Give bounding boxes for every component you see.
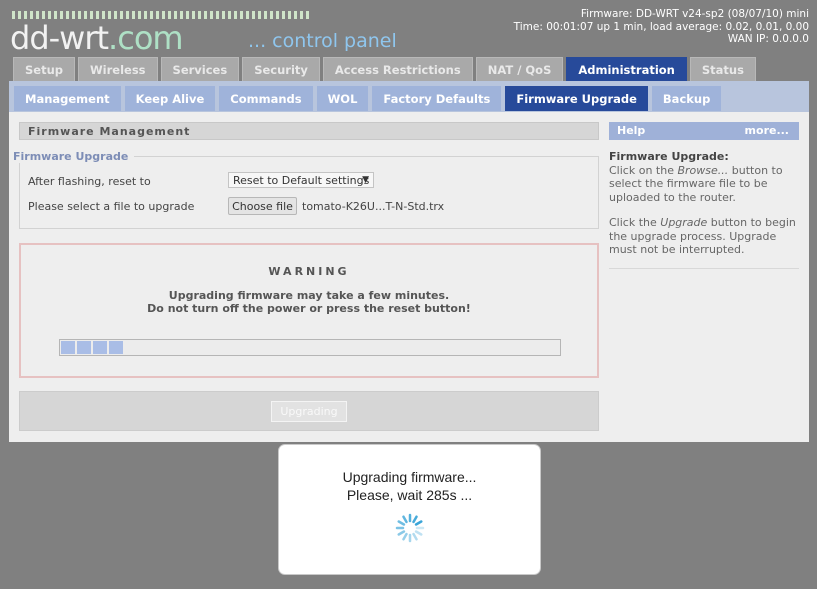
- modal-line-2: Please, wait 285s ...: [346, 487, 473, 503]
- help-more-link[interactable]: more...: [745, 122, 789, 140]
- logo-bars: [12, 11, 309, 19]
- upgrade-button[interactable]: Upgrading: [271, 401, 347, 422]
- subtab-factory-defaults[interactable]: Factory Defaults: [372, 86, 502, 111]
- chevron-down-icon: ▼: [362, 175, 369, 185]
- fieldset-legend: Firmware Upgrade: [13, 150, 135, 163]
- progress-segment: [93, 341, 107, 354]
- help-paragraph-2: Click the Upgrade button to begin the up…: [609, 216, 796, 256]
- tab-access-restrictions[interactable]: Access Restrictions: [322, 57, 473, 81]
- progress-fill: [61, 341, 123, 354]
- header: dd-wrt.com ... control panel Firmware: D…: [0, 0, 817, 57]
- selected-file-name: tomato-K26U...T-N-Std.trx: [302, 200, 445, 213]
- tagline: ... control panel: [248, 30, 397, 52]
- subtab-backup[interactable]: Backup: [651, 86, 722, 111]
- main-tabs: Setup Wireless Services Security Access Rest…: [13, 57, 756, 81]
- subtab-wol[interactable]: WOL: [316, 86, 369, 111]
- logo: dd-wrt.com: [10, 19, 184, 57]
- button-area: Upgrading: [19, 391, 599, 431]
- firmware-info: Firmware: DD-WRT v24-sp2 (08/07/10) mini…: [514, 8, 809, 46]
- warning-line-2: Do not turn off the power or press the r…: [147, 302, 471, 315]
- tab-services[interactable]: Services: [160, 57, 240, 81]
- help-body: Firmware Upgrade: Click on the Browse...…: [609, 150, 801, 269]
- loading-spinner-icon: [395, 513, 425, 543]
- reset-select[interactable]: Reset to Default settings ▼: [228, 172, 374, 188]
- file-label: Please select a file to upgrade: [28, 200, 195, 213]
- help-title: Help: [617, 124, 646, 137]
- upgrade-modal: Upgrading firmware... Please, wait 285s …: [278, 444, 541, 575]
- warning-box: WARNING Upgrading firmware may take a fe…: [19, 243, 599, 378]
- sub-tabs: Management Keep Alive Commands WOL Factory D…: [14, 86, 722, 111]
- subtab-management[interactable]: Management: [14, 86, 121, 111]
- firmware-upgrade-fieldset: [19, 156, 599, 229]
- subtab-commands[interactable]: Commands: [219, 86, 313, 111]
- modal-line-1: Upgrading firmware...: [342, 469, 477, 485]
- tab-status[interactable]: Status: [689, 57, 756, 81]
- tab-setup[interactable]: Setup: [13, 57, 75, 81]
- progress-segment: [77, 341, 91, 354]
- subtab-keep-alive[interactable]: Keep Alive: [124, 86, 216, 111]
- uptime: Time: 00:01:07 up 1 min, load average: 0…: [513, 20, 809, 33]
- firmware-version: Firmware: DD-WRT v24-sp2 (08/07/10) mini: [580, 8, 809, 20]
- help-heading: Firmware Upgrade:: [609, 150, 729, 163]
- tab-security[interactable]: Security: [242, 57, 320, 81]
- help-paragraph-1: Click on the Browse... button to select …: [609, 163, 783, 204]
- wan-ip: WAN IP: 0.0.0.0: [727, 33, 809, 45]
- warning-title: WARNING: [268, 265, 350, 278]
- choose-file-button[interactable]: Choose file: [228, 197, 297, 215]
- upgrade-progress-bar: [59, 339, 561, 356]
- tab-administration[interactable]: Administration: [566, 57, 687, 81]
- tab-nat-qos[interactable]: NAT / QoS: [475, 57, 564, 81]
- reset-label: After flashing, reset to: [28, 175, 151, 188]
- tab-wireless[interactable]: Wireless: [78, 57, 158, 81]
- progress-segment: [61, 341, 75, 354]
- help-divider: [609, 268, 799, 269]
- warning-line-1: Upgrading firmware may take a few minute…: [168, 289, 450, 302]
- progress-segment: [109, 341, 123, 354]
- section-title: Firmware Management: [19, 122, 599, 140]
- help-header: Help more...: [609, 122, 799, 140]
- content-panel: Firmware Management Firmware Upgrade Aft…: [9, 112, 809, 442]
- subtab-firmware-upgrade[interactable]: Firmware Upgrade: [505, 86, 648, 111]
